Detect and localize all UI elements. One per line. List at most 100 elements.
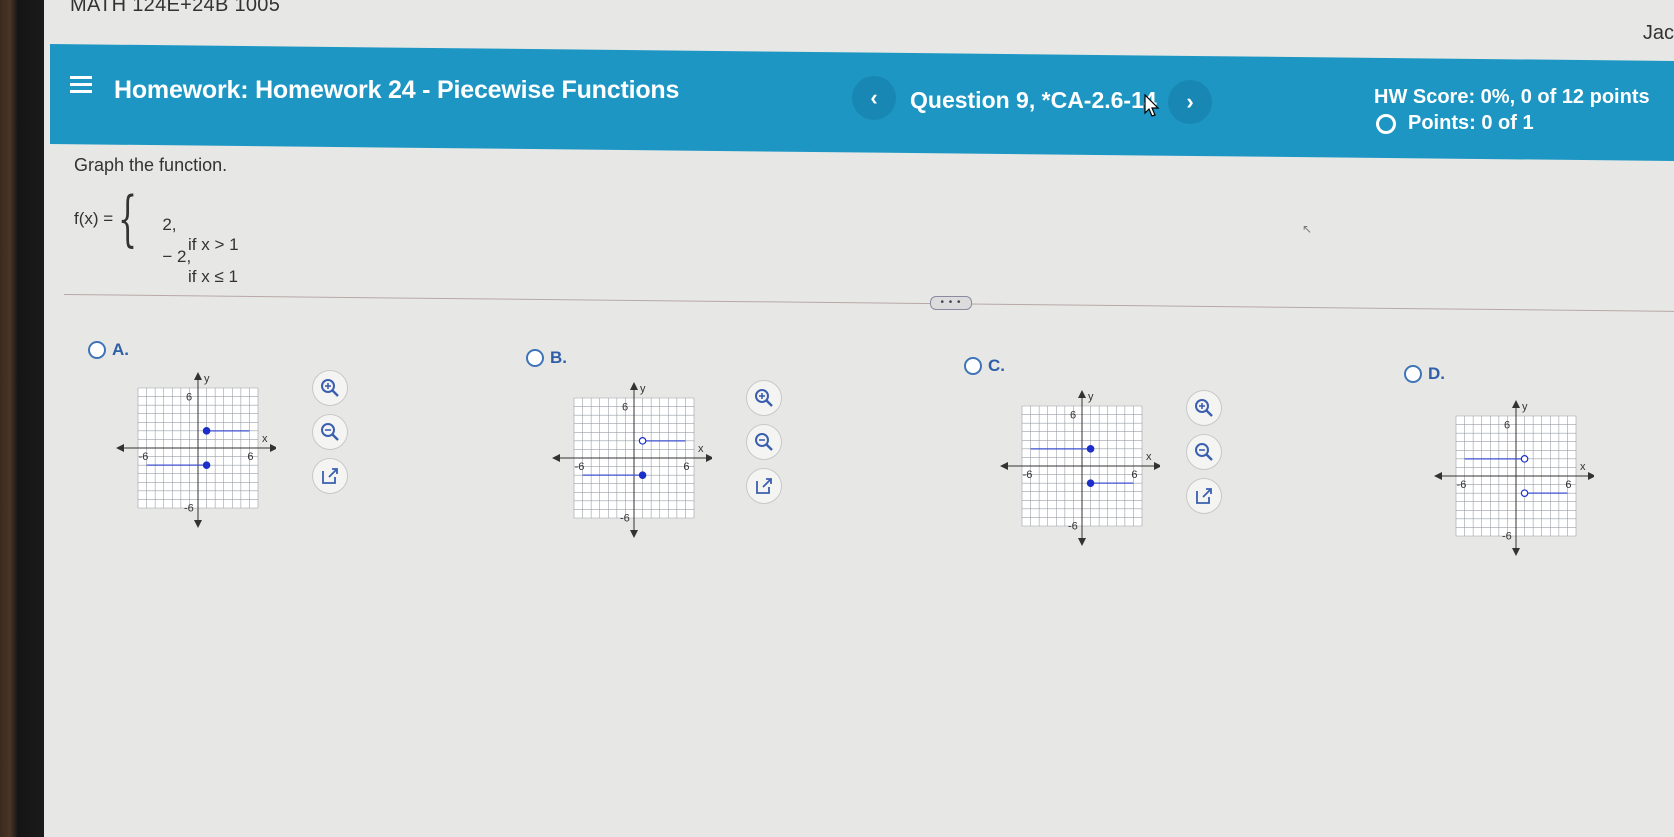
y-axis-label: y bbox=[1088, 391, 1094, 403]
answer-option-a[interactable]: A. x y 6 -6 6 -6 bbox=[88, 340, 408, 580]
axis-arrow bbox=[630, 530, 638, 538]
external-link-icon bbox=[322, 468, 338, 484]
tick-label: -6 bbox=[1023, 469, 1033, 481]
answer-option-c[interactable]: C. x y 6 -6 6 -6 bbox=[964, 356, 1284, 596]
axis-arrow bbox=[630, 382, 638, 390]
external-link-button[interactable] bbox=[1186, 478, 1222, 514]
question-prompt: Graph the function. bbox=[74, 155, 228, 175]
hw-score: HW Score: 0%, 0 of 12 points bbox=[1374, 86, 1650, 108]
piecewise-function: f(x) = { 2, if x > 1 − 2, if x ≤ 1 bbox=[74, 189, 294, 286]
zoom-in-icon bbox=[755, 389, 773, 407]
option-letter: A. bbox=[112, 340, 129, 359]
option-radio-row[interactable]: B. bbox=[526, 348, 567, 368]
y-axis-label: y bbox=[204, 373, 210, 385]
zoom-out-icon bbox=[321, 423, 339, 441]
answer-option-d[interactable]: D. x y 6 -6 6 -6 bbox=[1404, 364, 1674, 604]
tick-label: 6 bbox=[1070, 410, 1076, 422]
zoom-out-button[interactable] bbox=[312, 414, 348, 450]
radio-button[interactable] bbox=[1404, 365, 1422, 383]
option-radio-row[interactable]: C. bbox=[964, 356, 1005, 376]
radio-button[interactable] bbox=[964, 357, 982, 375]
tick-label: 6 bbox=[683, 461, 689, 473]
tick-label: 6 bbox=[622, 402, 628, 414]
zoom-in-button[interactable] bbox=[746, 380, 782, 416]
zoom-out-button[interactable] bbox=[1186, 434, 1222, 470]
section-divider bbox=[63, 294, 1674, 312]
axis-arrow bbox=[194, 520, 202, 528]
case-condition: if x ≤ 1 bbox=[188, 267, 238, 286]
option-radio-row[interactable]: D. bbox=[1404, 364, 1445, 384]
case-condition: if x > 1 bbox=[188, 235, 239, 254]
zoom-in-icon bbox=[1195, 399, 1213, 417]
axis-arrow bbox=[116, 444, 124, 452]
option-graph: xy6-66-6 bbox=[552, 382, 712, 538]
option-letter: B. bbox=[550, 348, 567, 367]
tick-label: -6 bbox=[1502, 530, 1512, 542]
radio-button[interactable] bbox=[88, 341, 106, 359]
option-letter: D. bbox=[1428, 364, 1445, 383]
zoom-out-icon bbox=[755, 433, 773, 451]
next-question-button[interactable]: › bbox=[1168, 80, 1212, 124]
option-radio-row[interactable]: A. bbox=[88, 340, 129, 360]
axis-arrow bbox=[1154, 462, 1160, 470]
homework-title: Homework: Homework 24 - Piecewise Functi… bbox=[114, 76, 680, 104]
open-endpoint bbox=[1520, 455, 1529, 463]
option-letter: C. bbox=[988, 356, 1005, 375]
axis-arrow bbox=[552, 454, 560, 462]
zoom-out-button[interactable] bbox=[746, 424, 782, 460]
zoom-in-icon bbox=[321, 379, 339, 397]
closed-endpoint bbox=[1086, 479, 1095, 487]
closed-endpoint bbox=[202, 461, 211, 469]
cursor-marker: ↖ bbox=[1302, 222, 1313, 236]
browser-screen: MATH 124E+24B 1005 Jack Homework: Homewo… bbox=[44, 0, 1674, 837]
axis-arrow bbox=[1512, 400, 1520, 408]
previous-question-button[interactable]: ‹ bbox=[852, 76, 896, 120]
axis-arrow bbox=[1588, 472, 1594, 480]
external-link-icon bbox=[1196, 488, 1212, 504]
tick-label: -6 bbox=[1068, 520, 1078, 532]
open-endpoint bbox=[638, 437, 647, 445]
menu-icon[interactable] bbox=[70, 76, 92, 94]
external-link-icon bbox=[756, 478, 772, 494]
option-graph: xy6-66-6 bbox=[116, 372, 276, 528]
zoom-out-icon bbox=[1195, 443, 1213, 461]
option-graph: xy6-66-6 bbox=[1434, 400, 1594, 556]
header-content: Homework: Homework 24 - Piecewise Functi… bbox=[50, 44, 1674, 144]
x-axis-label: x bbox=[698, 443, 704, 455]
option-graph: xy6-66-6 bbox=[1000, 390, 1160, 546]
function-lhs: f(x) = bbox=[74, 209, 114, 228]
course-title: MATH 124E+24B 1005 bbox=[70, 0, 281, 16]
tick-label: -6 bbox=[139, 451, 149, 463]
closed-endpoint bbox=[1086, 445, 1095, 453]
points-row: Points: 0 of 1 bbox=[1376, 112, 1534, 135]
tick-label: -6 bbox=[1457, 479, 1467, 491]
y-axis-label: y bbox=[1522, 401, 1528, 413]
axis-arrow bbox=[706, 454, 712, 462]
zoom-in-button[interactable] bbox=[1186, 390, 1222, 426]
external-link-button[interactable] bbox=[312, 458, 348, 494]
radio-button[interactable] bbox=[526, 349, 544, 367]
case-value: − 2, bbox=[162, 247, 192, 266]
user-name[interactable]: Jack bbox=[1643, 22, 1674, 45]
axis-arrow bbox=[270, 444, 276, 452]
zoom-in-button[interactable] bbox=[312, 370, 348, 406]
y-axis-label: y bbox=[640, 383, 646, 395]
tick-label: 6 bbox=[1131, 469, 1137, 481]
axis-arrow bbox=[1078, 390, 1086, 398]
closed-endpoint bbox=[202, 427, 211, 435]
x-axis-label: x bbox=[1146, 451, 1152, 463]
answer-option-b[interactable]: B. x y 6 -6 6 -6 bbox=[526, 348, 846, 588]
mouse-cursor-icon bbox=[1144, 94, 1160, 117]
external-link-button[interactable] bbox=[746, 468, 782, 504]
x-axis-label: x bbox=[1580, 461, 1586, 473]
tick-label: 6 bbox=[1504, 420, 1510, 432]
axis-arrow bbox=[194, 372, 202, 380]
x-axis-label: x bbox=[262, 433, 268, 445]
divider-handle[interactable]: • • • bbox=[930, 296, 972, 310]
axis-arrow bbox=[1000, 462, 1008, 470]
points-status-icon bbox=[1376, 113, 1396, 134]
tick-label: -6 bbox=[184, 502, 194, 514]
axis-arrow bbox=[1078, 538, 1086, 546]
closed-endpoint bbox=[638, 471, 647, 479]
tick-label: 6 bbox=[1565, 479, 1571, 491]
